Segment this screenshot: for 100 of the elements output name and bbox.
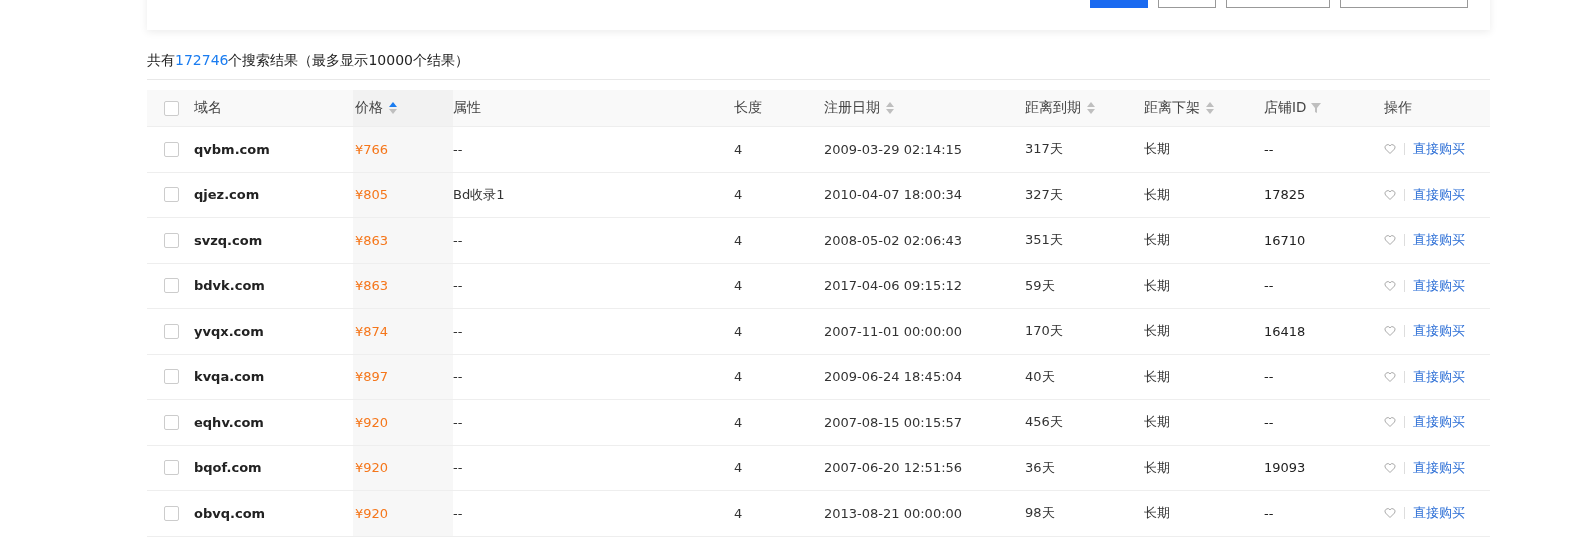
length: 4	[734, 414, 743, 430]
checkbox[interactable]	[164, 505, 179, 521]
price: ¥920	[355, 414, 389, 430]
checkbox[interactable]	[164, 414, 179, 430]
days-to-expiry: 59天	[1025, 276, 1055, 295]
checkbox[interactable]	[164, 187, 179, 203]
sort-icon[interactable]	[886, 102, 894, 114]
buy-now-link[interactable]: 直接购买	[1413, 458, 1465, 477]
delist-time: 长期	[1144, 185, 1170, 204]
domain-name: qjez.com	[194, 187, 260, 203]
days-to-expiry: 351天	[1025, 231, 1063, 250]
checkbox[interactable]	[164, 369, 179, 385]
sort-icon[interactable]	[1087, 102, 1095, 114]
length: 4	[734, 232, 743, 248]
attribute: Bd收录1	[453, 185, 505, 204]
buy-now-link[interactable]: 直接购买	[1413, 231, 1465, 250]
checkbox[interactable]	[164, 232, 179, 248]
domain-name: eqhv.com	[194, 414, 264, 430]
favorite-icon[interactable]	[1384, 507, 1396, 520]
length: 4	[734, 505, 743, 521]
checkbox[interactable]	[164, 100, 179, 116]
column-header: 操作	[1384, 99, 1412, 117]
attribute: --	[453, 369, 463, 385]
days-to-expiry: 170天	[1025, 322, 1063, 341]
checkbox[interactable]	[164, 141, 179, 157]
attribute: --	[453, 278, 463, 294]
attribute: --	[453, 232, 463, 248]
checkbox[interactable]	[164, 460, 179, 476]
registration-date: 2013-08-21 00:00:00	[824, 505, 963, 521]
shop-id: --	[1264, 141, 1274, 157]
registration-date: 2007-08-15 00:15:57	[824, 414, 963, 430]
days-to-expiry: 456天	[1025, 413, 1063, 432]
attribute: --	[453, 505, 463, 521]
price: ¥863	[355, 278, 389, 294]
column-header: 距离到期	[1025, 99, 1081, 117]
delist-time: 长期	[1144, 322, 1170, 341]
registration-date: 2009-03-29 02:14:15	[824, 141, 963, 157]
shop-id: 16710	[1264, 232, 1306, 248]
price: ¥920	[355, 460, 389, 476]
buy-now-link[interactable]: 直接购买	[1413, 322, 1465, 341]
buy-now-link[interactable]: 直接购买	[1413, 504, 1465, 523]
buy-now-link[interactable]: 直接购买	[1413, 413, 1465, 432]
delist-time: 长期	[1144, 140, 1170, 159]
delist-time: 长期	[1144, 367, 1170, 386]
delist-time: 长期	[1144, 458, 1170, 477]
length: 4	[734, 278, 743, 294]
registration-date: 2017-04-06 09:15:12	[824, 278, 963, 294]
delist-time: 长期	[1144, 276, 1170, 295]
checkbox[interactable]	[164, 323, 179, 339]
result-summary: 共有172746个搜索结果（最多显示10000个结果）	[147, 51, 470, 70]
registration-date: 2008-05-02 02:06:43	[824, 232, 963, 248]
column-header: 注册日期	[824, 99, 880, 117]
shop-id: 16418	[1264, 323, 1306, 339]
delist-time: 长期	[1144, 504, 1170, 523]
attribute: --	[453, 323, 463, 339]
attribute: --	[453, 414, 463, 430]
sort-icon[interactable]	[1206, 102, 1214, 114]
favorite-icon[interactable]	[1384, 416, 1396, 429]
favorite-icon[interactable]	[1384, 461, 1396, 474]
days-to-expiry: 317天	[1025, 140, 1063, 159]
favorite-icon[interactable]	[1384, 234, 1396, 247]
delist-time: 长期	[1144, 413, 1170, 432]
days-to-expiry: 327天	[1025, 185, 1063, 204]
registration-date: 2007-06-20 12:51:56	[824, 460, 963, 476]
favorite-icon[interactable]	[1384, 279, 1396, 292]
shop-id: 19093	[1264, 460, 1306, 476]
days-to-expiry: 98天	[1025, 504, 1055, 523]
buy-now-link[interactable]: 直接购买	[1413, 140, 1465, 159]
favorite-icon[interactable]	[1384, 325, 1396, 338]
delist-time: 长期	[1144, 231, 1170, 250]
buy-now-link[interactable]: 直接购买	[1413, 185, 1465, 204]
column-header: 距离下架	[1144, 99, 1200, 117]
price: ¥805	[355, 187, 389, 203]
column-header: 域名	[194, 99, 222, 117]
domain-name: obvq.com	[194, 505, 266, 521]
shop-id: --	[1264, 369, 1274, 385]
favorite-icon[interactable]	[1384, 370, 1396, 383]
attribute: --	[453, 460, 463, 476]
filter-icon[interactable]	[1311, 103, 1322, 113]
column-header: 价格	[355, 99, 383, 117]
domain-name: qvbm.com	[194, 141, 270, 157]
domain-name: bqof.com	[194, 460, 262, 476]
domain-name: yvqx.com	[194, 323, 264, 339]
length: 4	[734, 369, 743, 385]
price: ¥874	[355, 323, 389, 339]
checkbox[interactable]	[164, 278, 179, 294]
domain-name: svzq.com	[194, 232, 263, 248]
registration-date: 2007-11-01 00:00:00	[824, 323, 963, 339]
column-header: 长度	[734, 99, 762, 117]
length: 4	[734, 187, 743, 203]
shop-id: 17825	[1264, 187, 1306, 203]
favorite-icon[interactable]	[1384, 188, 1396, 201]
sort-icon[interactable]	[389, 102, 397, 114]
domain-name: bdvk.com	[194, 278, 265, 294]
shop-id: --	[1264, 278, 1274, 294]
days-to-expiry: 40天	[1025, 367, 1055, 386]
buy-now-link[interactable]: 直接购买	[1413, 367, 1465, 386]
length: 4	[734, 460, 743, 476]
buy-now-link[interactable]: 直接购买	[1413, 276, 1465, 295]
favorite-icon[interactable]	[1384, 143, 1396, 156]
